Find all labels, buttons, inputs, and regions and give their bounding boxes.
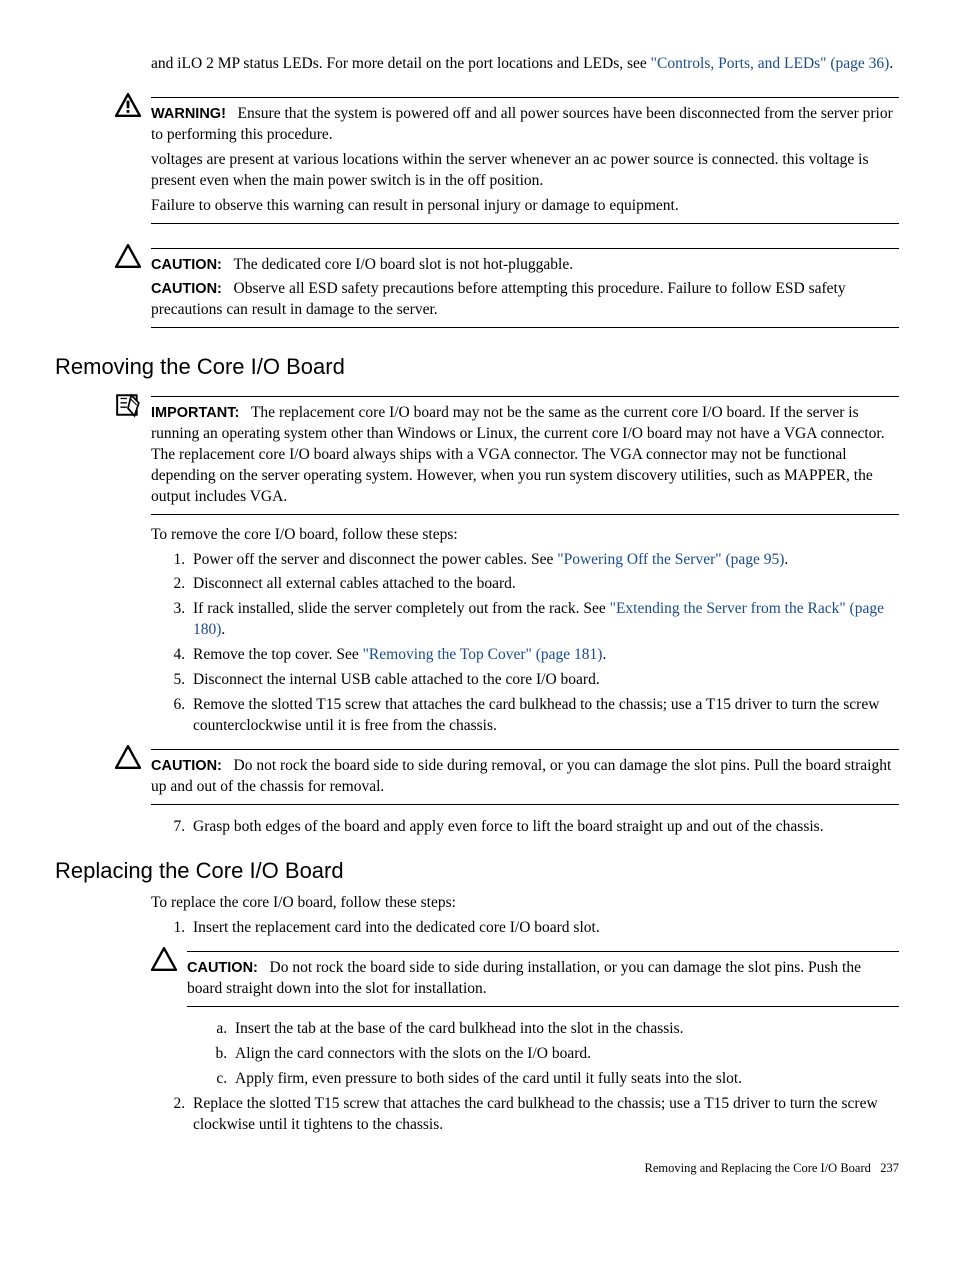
- intro-link[interactable]: "Controls, Ports, and LEDs" (page 36): [651, 55, 890, 72]
- divider: [151, 327, 899, 328]
- replace-sub-b: Align the card connectors with the slots…: [231, 1044, 899, 1065]
- replace-step-2: Replace the slotted T15 screw that attac…: [189, 1094, 899, 1136]
- divider: [151, 248, 899, 249]
- remove-steps: Power off the server and disconnect the …: [151, 550, 899, 737]
- important-block: IMPORTANT: The replacement core I/O boar…: [115, 390, 899, 521]
- caution-block-removal: CAUTION: Do not rock the board side to s…: [151, 743, 899, 811]
- remove-step-2: Disconnect all external cables attached …: [189, 574, 899, 595]
- caution-icon: [115, 745, 145, 776]
- intro-text: and iLO 2 MP status LEDs. For more detai…: [151, 55, 651, 72]
- divider: [151, 804, 899, 805]
- heading-replacing: Replacing the Core I/O Board: [55, 856, 899, 886]
- link-power-off[interactable]: "Powering Off the Server" (page 95): [557, 551, 784, 568]
- caution-block-install: CAUTION: Do not rock the board side to s…: [151, 945, 899, 1013]
- warning-p1: WARNING! Ensure that the system is power…: [151, 104, 899, 146]
- warning-block: WARNING! Ensure that the system is power…: [115, 91, 899, 230]
- replace-substeps: Insert the tab at the base of the card b…: [193, 1019, 899, 1090]
- caution-block-1: CAUTION: The dedicated core I/O board sl…: [115, 242, 899, 335]
- caution-label: CAUTION:: [151, 758, 222, 774]
- caution-install-p: CAUTION: Do not rock the board side to s…: [187, 958, 899, 1000]
- warning-label: WARNING!: [151, 106, 226, 122]
- remove-lead: To remove the core I/O board, follow the…: [151, 525, 899, 546]
- divider: [151, 223, 899, 224]
- remove-step-6: Remove the slotted T15 screw that attach…: [189, 695, 899, 737]
- divider: [151, 97, 899, 98]
- caution-label: CAUTION:: [151, 257, 222, 273]
- heading-removing: Removing the Core I/O Board: [55, 352, 899, 382]
- divider: [151, 514, 899, 515]
- caution-icon: [151, 947, 181, 978]
- replace-steps: Insert the replacement card into the ded…: [151, 918, 899, 1135]
- warning-p2: voltages are present at various location…: [151, 150, 899, 192]
- warning-icon: [115, 93, 145, 124]
- remove-step-7: Grasp both edges of the board and apply …: [189, 817, 899, 838]
- replace-sub-a: Insert the tab at the base of the card b…: [231, 1019, 899, 1040]
- divider: [187, 951, 899, 952]
- replace-lead: To replace the core I/O board, follow th…: [151, 893, 899, 914]
- intro-paragraph: and iLO 2 MP status LEDs. For more detai…: [151, 54, 899, 75]
- divider: [151, 396, 899, 397]
- link-top-cover[interactable]: "Removing the Top Cover" (page 181): [363, 646, 603, 663]
- remove-step-5: Disconnect the internal USB cable attach…: [189, 670, 899, 691]
- important-p: IMPORTANT: The replacement core I/O boar…: [151, 403, 899, 508]
- page-footer: Removing and Replacing the Core I/O Boar…: [55, 1160, 899, 1177]
- replace-step-1: Insert the replacement card into the ded…: [189, 918, 899, 1090]
- caution-label: CAUTION:: [187, 960, 258, 976]
- remove-step-3: If rack installed, slide the server comp…: [189, 599, 899, 641]
- important-icon: [115, 392, 145, 425]
- footer-page: 237: [880, 1161, 899, 1175]
- important-label: IMPORTANT:: [151, 405, 239, 421]
- caution-label: CAUTION:: [151, 281, 222, 297]
- warning-p3: Failure to observe this warning can resu…: [151, 196, 899, 217]
- divider: [187, 1006, 899, 1007]
- replace-sub-c: Apply firm, even pressure to both sides …: [231, 1069, 899, 1090]
- divider: [151, 749, 899, 750]
- caution-icon: [115, 244, 145, 275]
- remove-step-4: Remove the top cover. See "Removing the …: [189, 645, 899, 666]
- remove-step-1: Power off the server and disconnect the …: [189, 550, 899, 571]
- caution1-p: CAUTION: The dedicated core I/O board sl…: [151, 255, 899, 276]
- caution-removal-p: CAUTION: Do not rock the board side to s…: [151, 756, 899, 798]
- caution2-p: CAUTION: Observe all ESD safety precauti…: [151, 279, 899, 321]
- remove-steps-cont: Grasp both edges of the board and apply …: [151, 817, 899, 838]
- footer-text: Removing and Replacing the Core I/O Boar…: [645, 1161, 871, 1175]
- intro-tail: .: [889, 55, 893, 72]
